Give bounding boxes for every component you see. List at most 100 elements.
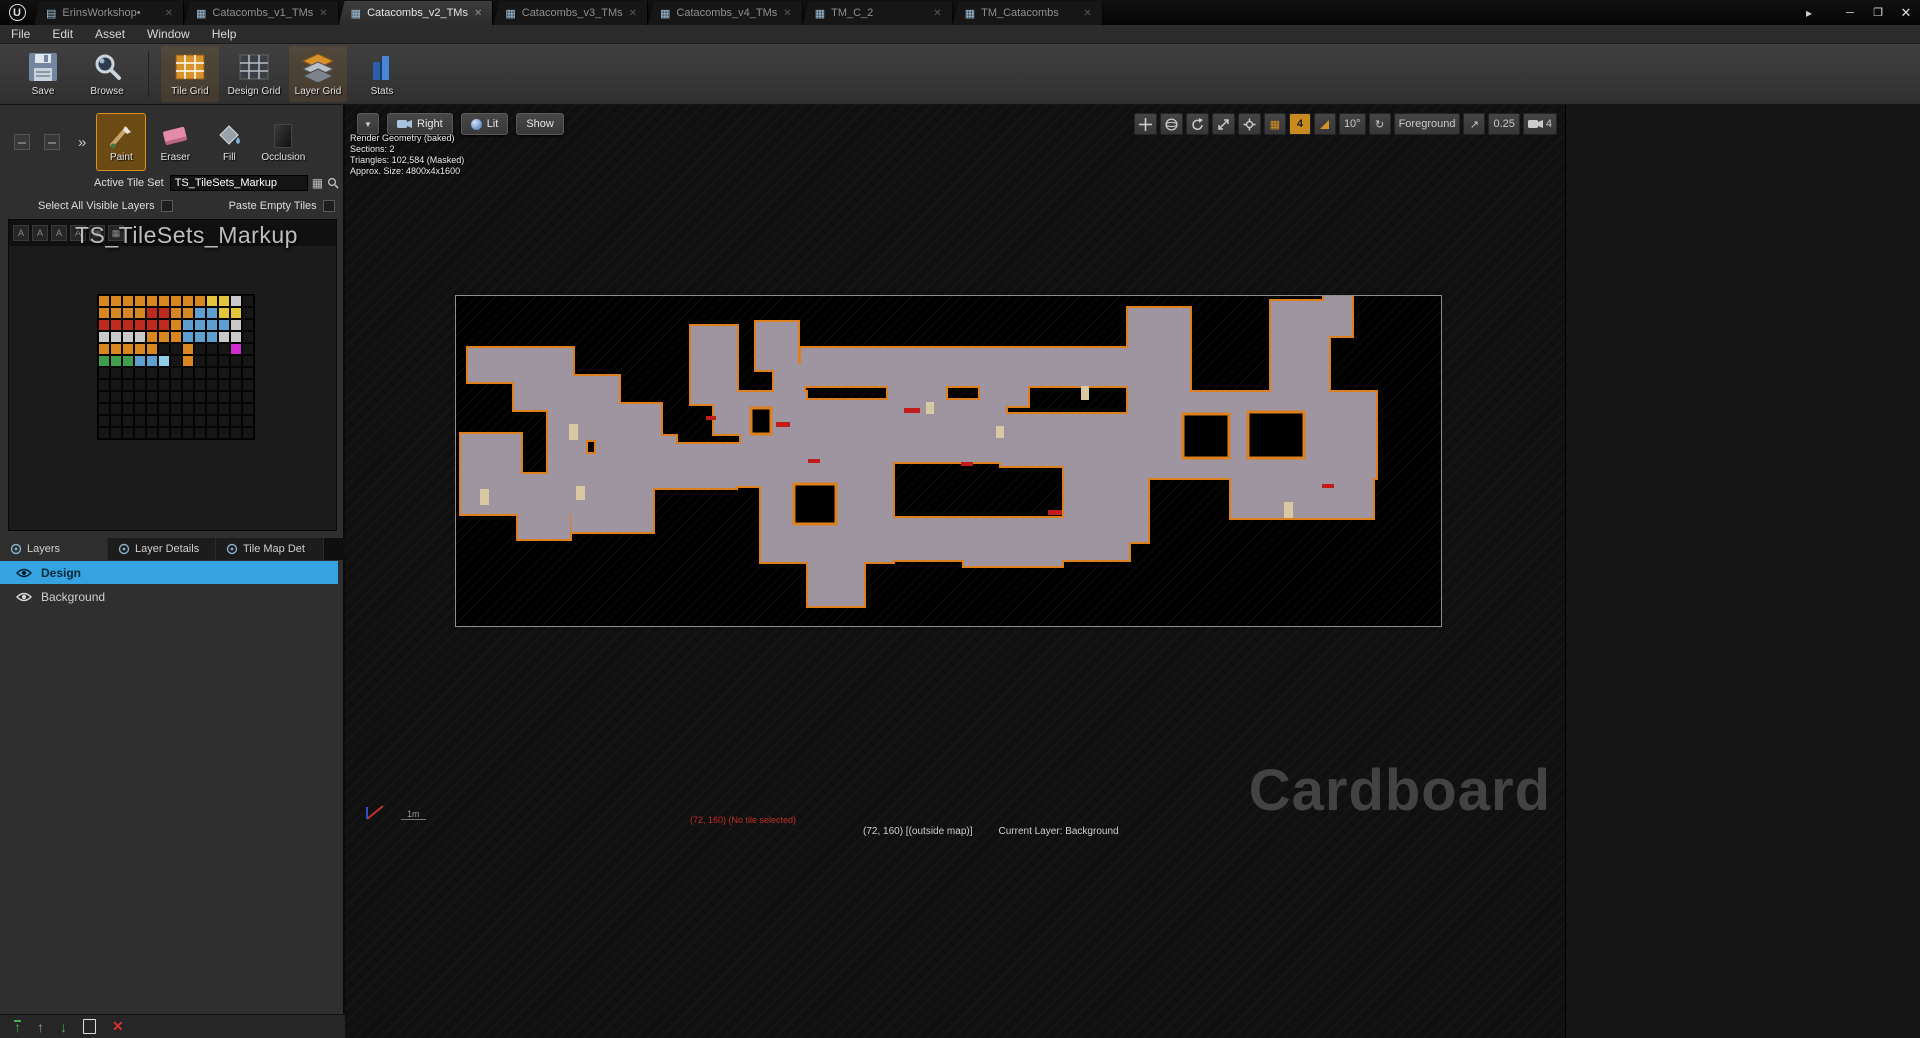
paste-empty-tiles-checkbox[interactable]: [322, 200, 335, 212]
eraser-tool-button[interactable]: Eraser: [150, 113, 200, 171]
tab-catacombs-v4[interactable]: ▦ Catacombs_v4_TMs ✕: [648, 1, 803, 25]
tab-catacombs-v3[interactable]: ▦ Catacombs_v3_TMs ✕: [493, 1, 649, 25]
tab-close-icon[interactable]: ✕: [165, 8, 173, 19]
menu-asset[interactable]: Asset: [84, 27, 136, 41]
tilemap-canvas[interactable]: [455, 294, 1442, 627]
tilemap-icon: ▦: [964, 7, 976, 20]
scale-ruler-label: 1m: [401, 809, 426, 820]
feedback-icon[interactable]: ▸: [1806, 6, 1812, 20]
viewport-right-toolbar: ▦ 4 10° ↻ Foreground ↗ 0.25 4: [1133, 113, 1557, 135]
tilemap-svg: [459, 294, 1378, 608]
design-grid-button[interactable]: Design Grid: [225, 46, 283, 102]
tab-close-icon[interactable]: ✕: [474, 8, 482, 19]
tab-erinsworkshop[interactable]: ▤ ErinsWorkshop• ✕: [34, 1, 184, 25]
tile-map-details-tab-icon: [226, 543, 238, 555]
current-layer-label: Current Layer: Background: [998, 826, 1119, 837]
tab-close-icon[interactable]: ✕: [319, 8, 327, 19]
browse-to-asset-icon[interactable]: [327, 177, 339, 189]
translate-mode-button[interactable]: [1133, 113, 1157, 135]
move-layer-to-top-icon[interactable]: ↑: [14, 1020, 21, 1034]
tilemap-viewport[interactable]: ▼ Right Lit Show Render Geometry (baked)…: [345, 105, 1565, 1038]
tab-catacombs-v2[interactable]: ▦ Catacombs_v2_TMs ✕: [338, 1, 494, 25]
camera-zoom-button[interactable]: ↗: [1463, 113, 1486, 135]
layer-grid-icon: [301, 51, 335, 83]
move-layer-up-icon[interactable]: ↑: [37, 1019, 44, 1035]
tab-catacombs-v1[interactable]: ▦ Catacombs_v1_TMs ✕: [184, 1, 339, 25]
select-tool-icon[interactable]: [14, 134, 30, 150]
world-space-button[interactable]: [1159, 113, 1183, 135]
camera-icon: [397, 120, 412, 128]
tab-close-icon[interactable]: ✕: [783, 8, 791, 19]
delete-layer-icon[interactable]: ✕: [112, 1018, 124, 1035]
grid-snap-value[interactable]: 4: [1288, 113, 1311, 135]
browse-icon: [90, 51, 124, 83]
add-layer-icon[interactable]: [83, 1019, 96, 1034]
rotation-snap-button[interactable]: [1313, 113, 1336, 135]
options-row: Select All Visible Layers Paste Empty Ti…: [0, 197, 345, 215]
grid-settings-button[interactable]: [1237, 113, 1261, 135]
stats-button[interactable]: Stats: [353, 46, 411, 102]
tab-close-icon[interactable]: ✕: [1083, 8, 1091, 19]
layer-row-background[interactable]: Background: [0, 585, 338, 608]
grid-picker-icon[interactable]: ▦: [312, 176, 323, 190]
tab-close-icon[interactable]: ✕: [629, 8, 637, 19]
view-direction-button[interactable]: Right: [387, 113, 453, 135]
tile-palette[interactable]: [97, 294, 255, 440]
tile-grid-button[interactable]: Tile Grid: [161, 46, 219, 102]
multi-tile-icon[interactable]: A: [32, 225, 48, 241]
active-tile-set-input[interactable]: [169, 175, 308, 191]
paint-brush-icon: [107, 122, 135, 150]
select-all-visible-layers-checkbox[interactable]: [160, 200, 173, 212]
rotate-mode-button[interactable]: [1185, 113, 1209, 135]
tileset-title: TS_TileSets_Markup: [75, 222, 298, 248]
fill-bucket-icon: [215, 122, 243, 150]
layers-tab-icon: [10, 543, 22, 555]
layer-grid-button[interactable]: Layer Grid: [289, 46, 347, 102]
eye-icon[interactable]: [16, 568, 32, 578]
paint-tool-button[interactable]: Paint: [96, 113, 147, 171]
single-tile-icon[interactable]: A: [13, 225, 29, 241]
lit-sphere-icon: [470, 118, 482, 130]
occlusion-tool-button[interactable]: Occlusion: [258, 113, 308, 171]
rotation-snap-value[interactable]: 10°: [1338, 113, 1366, 135]
viewport-options-button[interactable]: ▼: [357, 113, 379, 135]
menu-help[interactable]: Help: [201, 27, 248, 41]
eye-icon[interactable]: [16, 592, 32, 602]
show-menu-button[interactable]: Show: [516, 113, 564, 135]
browse-button[interactable]: Browse: [78, 46, 136, 102]
main-toolbar: Save Browse Tile Grid Design Grid Layer: [0, 44, 1920, 105]
close-button[interactable]: ✕: [1892, 2, 1920, 24]
tilemap-editor-left-panel: » Paint Eraser Fill Occlusion Active Til…: [0, 105, 345, 1038]
snap-to-grid-button[interactable]: ▦: [1263, 113, 1286, 135]
expand-tools-icon[interactable]: »: [78, 134, 86, 151]
axis-gizmo: 1m: [363, 801, 426, 828]
unreal-editor-window: U ▤ ErinsWorkshop• ✕ ▦ Catacombs_v1_TMs …: [0, 0, 1920, 1038]
tab-tm-catacombs[interactable]: ▦ TM_Catacombs ✕: [952, 1, 1103, 25]
tile-selection-warning: (72, 160) (No tile selected): [690, 815, 797, 825]
minimize-button[interactable]: ─: [1836, 2, 1864, 24]
tileset-viewer[interactable]: A A A A ▦ ▦ TS_TileSets_Markup: [8, 219, 337, 531]
tab-close-icon[interactable]: ✕: [933, 8, 941, 19]
fill-tool-button[interactable]: Fill: [204, 113, 254, 171]
tab-tile-map-details[interactable]: Tile Map Det: [216, 538, 324, 560]
tab-layers[interactable]: Layers: [0, 538, 108, 560]
menu-file[interactable]: File: [0, 27, 41, 41]
maximize-viewport-button[interactable]: [1211, 113, 1235, 135]
tab-layer-details[interactable]: Layer Details: [108, 538, 216, 560]
marquee-tool-icon[interactable]: [44, 134, 60, 150]
lit-mode-button[interactable]: Lit: [460, 113, 509, 135]
save-button[interactable]: Save: [14, 46, 72, 102]
rotate-layer-button[interactable]: ↻: [1368, 113, 1391, 135]
flip-h-icon[interactable]: A: [51, 225, 67, 241]
layer-row-design[interactable]: Design: [0, 561, 338, 584]
camera-scale-value[interactable]: 0.25: [1488, 113, 1520, 135]
layers-panel-tabs: Layers Layer Details Tile Map Det: [0, 538, 345, 560]
tab-tm-c-2[interactable]: ▦ TM_C_2 ✕: [802, 1, 953, 25]
menu-edit[interactable]: Edit: [41, 27, 84, 41]
right-dock-area: [1565, 105, 1920, 1038]
move-layer-down-icon[interactable]: ↓: [60, 1019, 67, 1035]
maximize-button[interactable]: ❐: [1864, 2, 1892, 24]
foreground-button[interactable]: Foreground: [1393, 113, 1461, 135]
menu-window[interactable]: Window: [136, 27, 201, 41]
camera-speed-button[interactable]: 4: [1522, 113, 1557, 135]
